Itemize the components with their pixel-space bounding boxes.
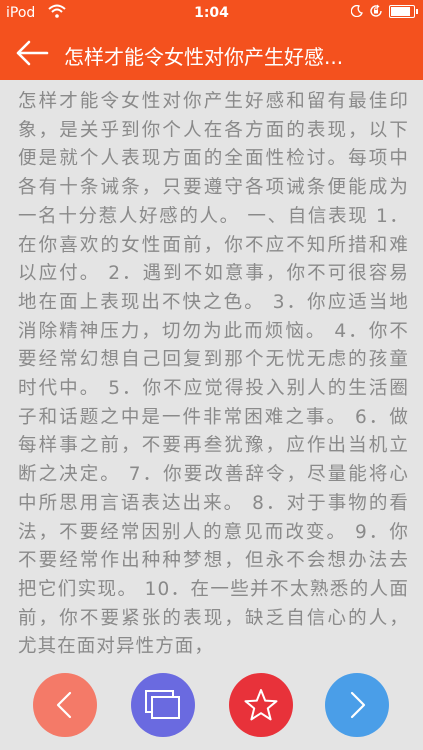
chevron-left-icon xyxy=(56,691,72,719)
next-button[interactable] xyxy=(325,673,389,737)
arrow-left-icon xyxy=(16,40,49,66)
battery-icon xyxy=(389,4,418,18)
navigation-bar: 怎样才能令女性对你产生好感... xyxy=(0,28,423,80)
stacked-pages-icon xyxy=(145,690,180,719)
previous-button[interactable] xyxy=(33,673,97,737)
article-body: 怎样才能令女性对你产生好感和留有最佳印象，是关乎到你个人在各方面的表现，以下便是… xyxy=(18,91,409,658)
favorite-button[interactable] xyxy=(229,673,293,737)
back-button[interactable] xyxy=(14,38,54,70)
status-bar: iPod 1:04 xyxy=(0,0,423,28)
status-right-group xyxy=(351,4,418,18)
moon-icon xyxy=(351,5,363,17)
article-content[interactable]: 怎样才能令女性对你产生好感和留有最佳印象，是关乎到你个人在各方面的表现，以下便是… xyxy=(0,80,423,750)
rotation-lock-icon xyxy=(370,4,382,17)
star-icon xyxy=(244,689,278,721)
page-title: 怎样才能令女性对你产生好感... xyxy=(64,45,344,69)
catalog-button[interactable] xyxy=(131,673,195,737)
chevron-right-icon xyxy=(350,691,366,719)
